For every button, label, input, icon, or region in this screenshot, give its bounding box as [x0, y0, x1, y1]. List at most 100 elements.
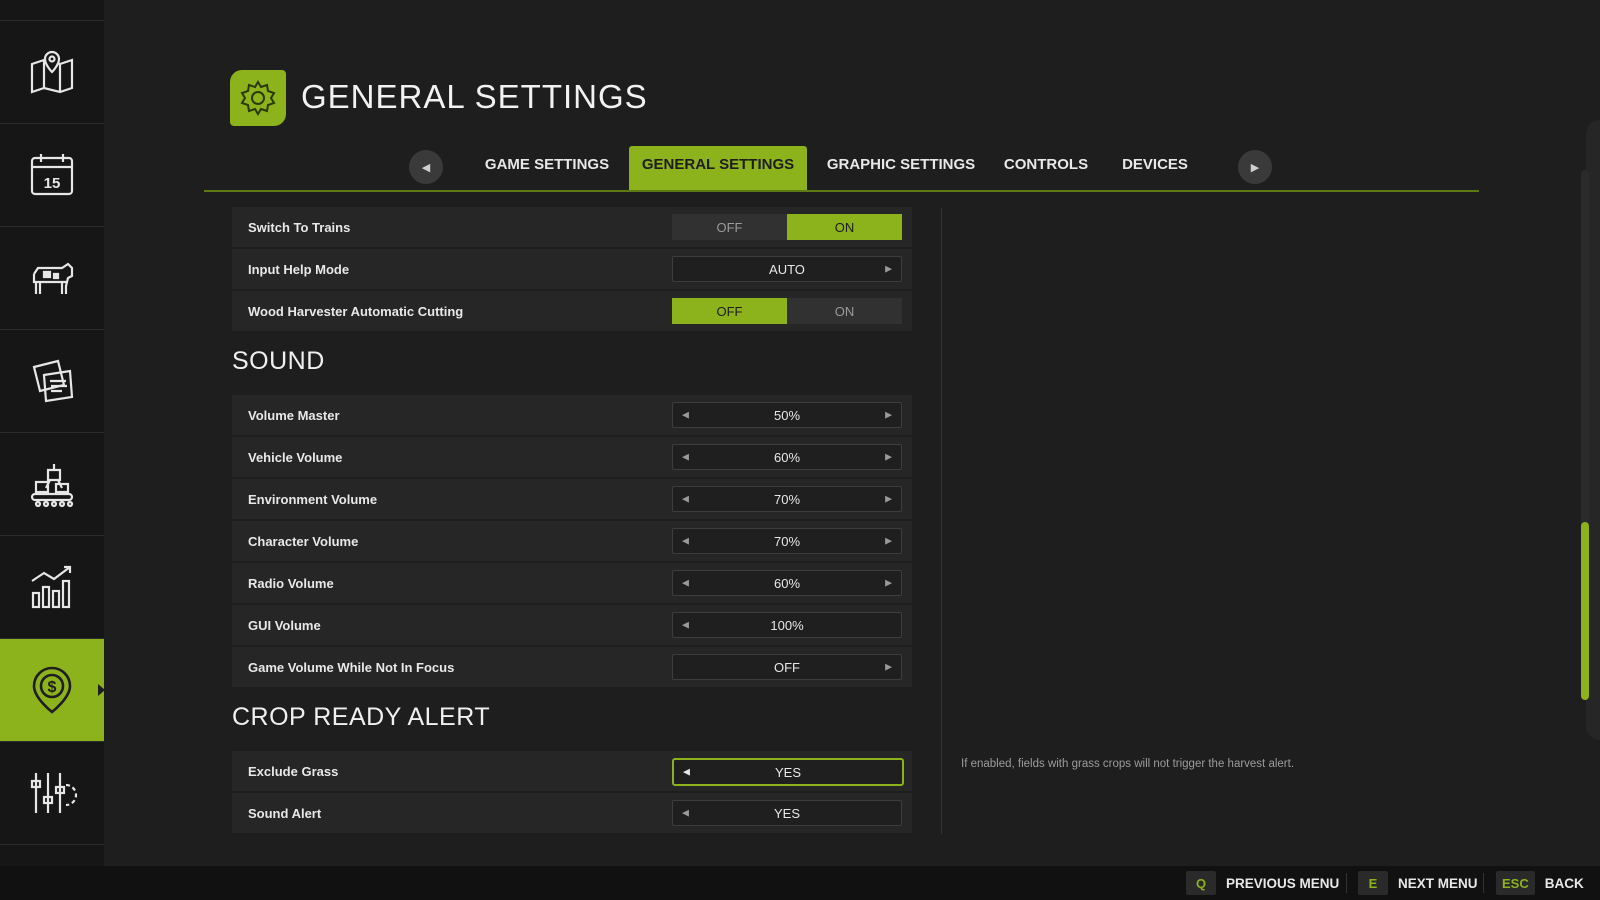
setting-label: Wood Harvester Automatic Cutting [248, 303, 464, 319]
sidebar: 15 $ [0, 0, 104, 866]
setting-row-sound-alert: Sound Alert ◀ YES [232, 793, 912, 833]
setting-label: Environment Volume [248, 491, 378, 507]
setting-label: Switch To Trains [248, 219, 351, 235]
gui-volume-selector[interactable]: ◀ 100% [672, 612, 902, 638]
sidebar-item-calendar[interactable]: 15 [0, 124, 104, 227]
input-help-mode-selector[interactable]: AUTO ▶ [672, 256, 902, 282]
vehicle-volume-selector[interactable]: ◀ 60% ▶ [672, 444, 902, 470]
sidebar-item-animals[interactable] [0, 227, 104, 330]
scrollbar-thumb[interactable] [1581, 522, 1589, 700]
key-hint-esc: ESC [1496, 871, 1535, 895]
character-volume-selector[interactable]: ◀ 70% ▶ [672, 528, 902, 554]
previous-menu-button[interactable]: Q PREVIOUS MENU [1186, 871, 1339, 895]
setting-description: If enabled, fields with grass crops will… [961, 758, 1295, 770]
selector-value: AUTO [769, 261, 805, 277]
setting-label: Exclude Grass [248, 763, 339, 779]
tab-prev-arrow[interactable]: ◀ [409, 150, 443, 184]
arrow-right-icon[interactable]: ▶ [885, 536, 892, 547]
setting-row-switch-to-trains: Switch To Trains OFF ON [232, 207, 912, 247]
arrow-left-icon[interactable]: ◀ [682, 620, 689, 631]
sidebar-top-strip [0, 0, 104, 21]
arrow-left-icon[interactable]: ◀ [682, 452, 689, 463]
next-menu-label: NEXT MENU [1398, 875, 1478, 891]
volume-master-selector[interactable]: ◀ 50% ▶ [672, 402, 902, 428]
tab-controls[interactable]: CONTROLS [996, 146, 1096, 190]
setting-label: Game Volume While Not In Focus [248, 659, 455, 675]
sidebar-item-contracts[interactable] [0, 330, 104, 433]
sidebar-item-production[interactable] [0, 433, 104, 536]
setting-label: Sound Alert [248, 805, 322, 821]
sound-alert-selector[interactable]: ◀ YES [672, 800, 902, 826]
toggle-on-option[interactable]: ON [787, 298, 902, 324]
key-hint-q: Q [1186, 871, 1216, 895]
section-title-crop-ready-alert: CROP READY ALERT [232, 703, 491, 731]
game-volume-unfocused-selector[interactable]: OFF ▶ [672, 654, 902, 680]
sidebar-item-finances[interactable]: $ [0, 639, 104, 742]
tab-general-settings[interactable]: GENERAL SETTINGS [629, 146, 807, 190]
back-button[interactable]: ESC BACK [1496, 871, 1584, 895]
tab-devices[interactable]: DEVICES [1108, 146, 1202, 190]
setting-row-radio-volume: Radio Volume ◀ 60% ▶ [232, 563, 912, 603]
exclude-grass-selector[interactable]: ◀ YES [672, 758, 904, 786]
selector-value: 60% [773, 449, 801, 465]
setting-label: Radio Volume [248, 575, 334, 591]
calendar-icon: 15 [30, 154, 74, 196]
environment-volume-selector[interactable]: ◀ 70% ▶ [672, 486, 902, 512]
arrow-left-icon[interactable]: ◀ [682, 808, 689, 819]
sidebar-item-statistics[interactable] [0, 536, 104, 639]
page-title: GENERAL SETTINGS [301, 78, 648, 115]
gear-icon [240, 80, 276, 116]
selector-value: YES [774, 764, 801, 780]
sidebar-item-settings[interactable] [0, 742, 104, 845]
toggle-off-option[interactable]: OFF [672, 298, 787, 324]
back-label: BACK [1544, 875, 1584, 891]
footer-separator [1483, 873, 1484, 893]
next-menu-button[interactable]: E NEXT MENU [1358, 871, 1478, 895]
selector-value: YES [773, 805, 800, 821]
tab-graphic-settings[interactable]: GRAPHIC SETTINGS [816, 146, 986, 190]
arrow-left-icon[interactable]: ◀ [682, 410, 689, 421]
sidebar-item-map[interactable] [0, 21, 104, 124]
header-gear-badge [230, 70, 286, 126]
panel-divider [941, 208, 942, 834]
arrow-left-icon[interactable]: ◀ [683, 767, 690, 778]
section-title-sound: SOUND [232, 347, 325, 375]
setting-label: Volume Master [248, 407, 340, 423]
switch-to-trains-toggle[interactable]: OFF ON [672, 214, 902, 240]
contracts-icon [32, 359, 74, 403]
setting-row-input-help-mode: Input Help Mode AUTO ▶ [232, 249, 912, 289]
arrow-right-icon[interactable]: ▶ [885, 264, 892, 275]
setting-label: Character Volume [248, 533, 359, 549]
svg-text:$: $ [48, 679, 57, 696]
setting-row-character-volume: Character Volume ◀ 70% ▶ [232, 521, 912, 561]
arrow-right-icon[interactable]: ▶ [885, 452, 892, 463]
settings-list: Switch To Trains OFF ON Input Help Mode … [232, 207, 912, 835]
setting-row-game-volume-unfocused: Game Volume While Not In Focus OFF ▶ [232, 647, 912, 687]
tab-game-settings[interactable]: GAME SETTINGS [472, 146, 622, 190]
setting-row-gui-volume: GUI Volume ◀ 100% [232, 605, 912, 645]
selector-value: 50% [773, 407, 801, 423]
finance-icon: $ [32, 666, 72, 714]
toggle-on-option[interactable]: ON [787, 214, 902, 240]
arrow-left-icon[interactable]: ◀ [682, 536, 689, 547]
wood-harvester-toggle[interactable]: OFF ON [672, 298, 902, 324]
arrow-left-icon[interactable]: ◀ [682, 494, 689, 505]
selector-value: OFF [774, 659, 800, 675]
tab-bar: ◀ GAME SETTINGS GENERAL SETTINGS GRAPHIC… [204, 146, 1479, 192]
production-icon [30, 464, 74, 508]
statistics-icon [31, 565, 72, 609]
map-icon [30, 50, 74, 94]
arrow-left-icon[interactable]: ◀ [682, 578, 689, 589]
arrow-right-icon[interactable]: ▶ [885, 662, 892, 673]
arrow-right-icon[interactable]: ▶ [885, 410, 892, 421]
toggle-off-option[interactable]: OFF [672, 214, 787, 240]
footer-bar: Q PREVIOUS MENU E NEXT MENU ESC BACK [0, 866, 1600, 900]
tab-next-arrow[interactable]: ▶ [1238, 150, 1272, 184]
radio-volume-selector[interactable]: ◀ 60% ▶ [672, 570, 902, 596]
selector-value: 70% [773, 491, 801, 507]
setting-row-environment-volume: Environment Volume ◀ 70% ▶ [232, 479, 912, 519]
setting-row-volume-master: Volume Master ◀ 50% ▶ [232, 395, 912, 435]
arrow-right-icon[interactable]: ▶ [885, 578, 892, 589]
animals-icon [32, 262, 74, 294]
arrow-right-icon[interactable]: ▶ [885, 494, 892, 505]
